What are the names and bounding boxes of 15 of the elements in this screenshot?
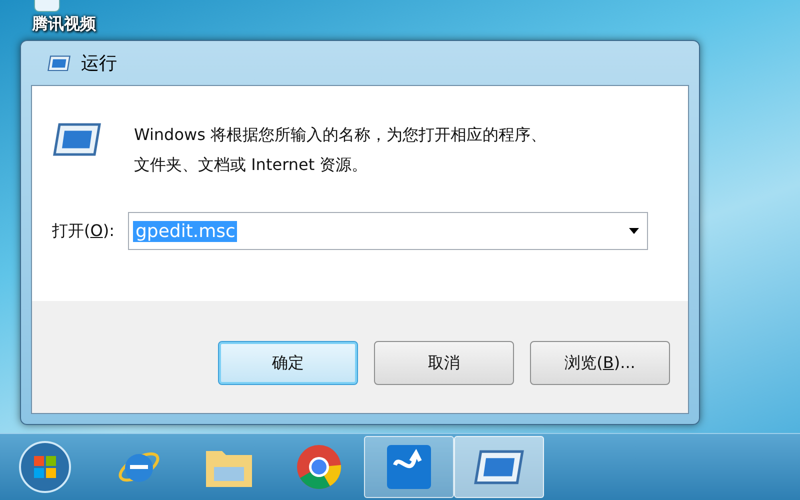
taskbar-button[interactable] [364, 436, 454, 498]
run-icon [47, 54, 71, 72]
dropdown-caret-icon[interactable] [629, 228, 640, 234]
dialog-button[interactable]: 取消 [374, 341, 514, 385]
dialog-button[interactable]: 确定 [218, 341, 358, 385]
instruction-text: 文件夹、文档或 Internet 资源。 [134, 154, 369, 176]
open-label: 打开(O): [52, 220, 114, 242]
run-icon [473, 448, 525, 486]
run-icon [52, 122, 102, 157]
start-orb-icon[interactable] [18, 440, 72, 494]
dialog-button[interactable]: 浏览(B)... [530, 341, 670, 385]
taskbar-button[interactable] [454, 436, 544, 498]
chrome-icon[interactable] [295, 443, 343, 491]
instruction-text: Windows 将根据您所输入的名称，为您打开相应的程序、 [134, 124, 547, 146]
window-title: 运行 [81, 52, 117, 75]
